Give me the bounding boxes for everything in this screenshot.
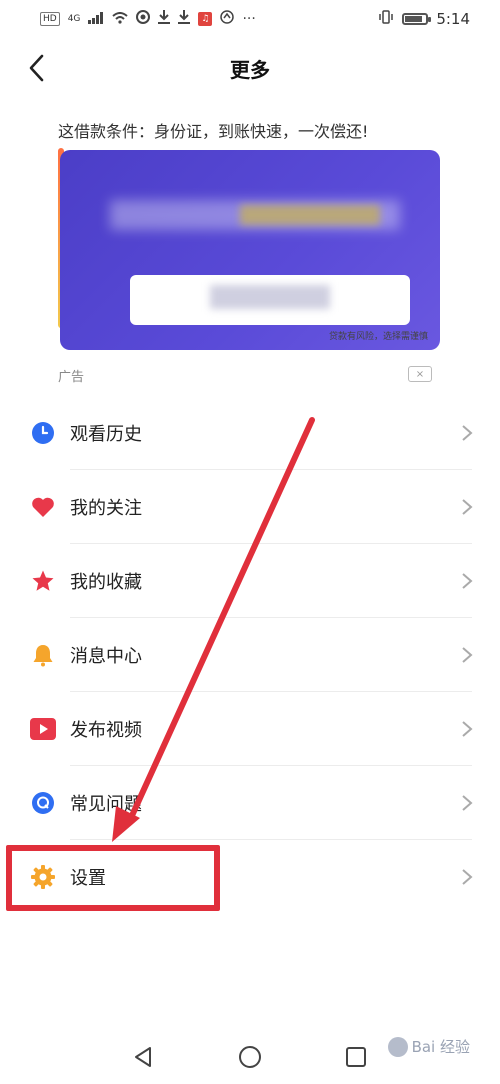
ad-headline[interactable]: 这借款条件：身份证，到账快速，一次偿还! xyxy=(58,118,368,142)
ad-label: 广告 xyxy=(58,370,85,385)
music-app-icon: ♫ xyxy=(198,12,213,26)
app-icon xyxy=(220,10,235,28)
status-icons-right: 5:14 xyxy=(378,10,470,28)
chevron-right-icon xyxy=(462,647,473,663)
bell-icon xyxy=(30,642,56,668)
wifi-icon xyxy=(112,10,129,28)
menu-item-label: 常见问题 xyxy=(70,794,142,815)
signal-icon xyxy=(88,10,104,28)
chevron-right-icon xyxy=(462,499,473,515)
paw-icon xyxy=(387,1036,408,1057)
more-menu-list: 观看历史 我的关注 我的收藏 消息中心 发布视频 常见问题 设置 xyxy=(0,396,500,914)
chevron-right-icon xyxy=(462,573,473,589)
chevron-right-icon xyxy=(462,795,473,811)
vibrate-icon xyxy=(378,10,394,28)
annotation-highlight-box xyxy=(6,845,220,911)
play-icon xyxy=(30,716,56,742)
page-title: 更多 xyxy=(230,58,270,82)
chevron-right-icon xyxy=(462,869,473,885)
menu-item-publish-video[interactable]: 发布视频 xyxy=(0,692,500,766)
ad-blurred-button xyxy=(210,285,330,309)
menu-item-faq[interactable]: 常见问题 xyxy=(0,766,500,840)
clock-time: 5:14 xyxy=(436,10,470,28)
more-status-icon: ··· xyxy=(242,11,256,27)
network-label: 4G xyxy=(67,14,81,24)
hd-badge: HD xyxy=(40,12,60,26)
nav-back-button[interactable] xyxy=(128,1042,158,1072)
ad-close-button[interactable]: × xyxy=(408,366,432,382)
menu-item-label: 我的关注 xyxy=(70,498,142,519)
ad-blurred-highlight xyxy=(240,205,380,225)
menu-item-messages[interactable]: 消息中心 xyxy=(0,618,500,692)
star-icon xyxy=(30,568,56,594)
question-icon xyxy=(30,790,56,816)
download-icon-2 xyxy=(178,10,191,28)
ad-banner-image[interactable]: 贷款有风险，选择需谨慎 xyxy=(60,150,440,350)
battery-icon xyxy=(402,13,432,25)
menu-item-history[interactable]: 观看历史 xyxy=(0,396,500,470)
title-bar: 更多 xyxy=(0,38,500,98)
status-bar: HD 4G ♫ ··· 5:14 xyxy=(0,0,500,38)
heart-icon xyxy=(30,494,56,520)
menu-item-following[interactable]: 我的关注 xyxy=(0,470,500,544)
menu-item-favorites[interactable]: 我的收藏 xyxy=(0,544,500,618)
status-icons-left: HD 4G ♫ ··· xyxy=(40,10,256,28)
chevron-right-icon xyxy=(462,425,473,441)
clock-icon xyxy=(30,420,56,446)
baidu-watermark: Bai 经验 xyxy=(387,1036,470,1057)
ad-disclaimer: 贷款有风险，选择需谨慎 xyxy=(328,332,428,342)
menu-item-label: 观看历史 xyxy=(70,424,142,445)
menu-item-label: 发布视频 xyxy=(70,720,142,741)
watermark-text: Bai 经验 xyxy=(411,1038,470,1056)
circle-home-icon xyxy=(239,1046,261,1068)
download-icon xyxy=(158,10,171,28)
menu-item-label: 我的收藏 xyxy=(70,572,142,593)
square-recents-icon xyxy=(346,1047,366,1067)
nav-home-button[interactable] xyxy=(235,1042,265,1072)
triangle-back-icon xyxy=(135,1047,151,1067)
menu-item-label: 消息中心 xyxy=(70,646,142,667)
location-icon xyxy=(136,10,151,28)
nav-recents-button[interactable] xyxy=(341,1042,371,1072)
chevron-right-icon xyxy=(462,721,473,737)
